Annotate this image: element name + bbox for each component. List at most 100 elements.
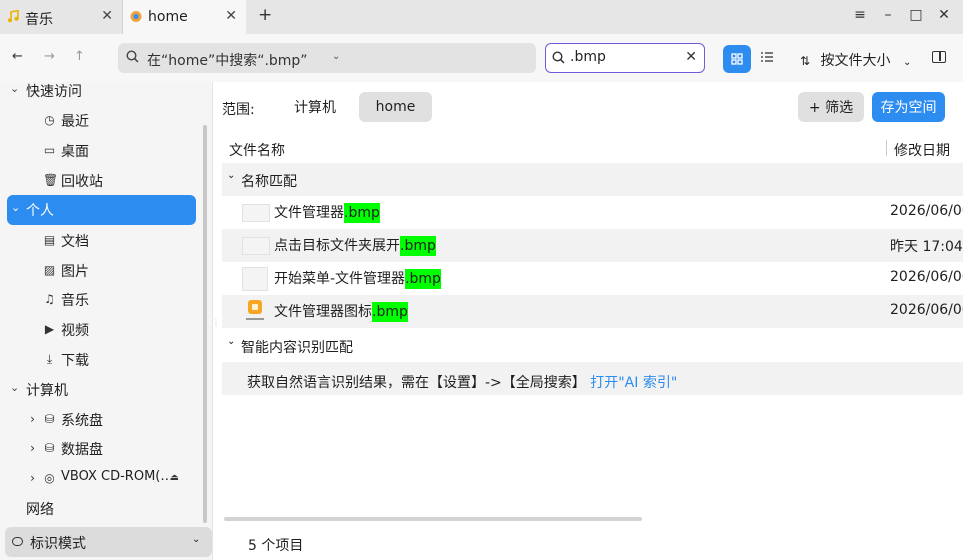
file-name: 文件管理器.bmp: [274, 202, 380, 223]
sidebar-item-label: 最近: [61, 114, 89, 130]
sort-button[interactable]: ⇅ 按文件大小 ⌄: [800, 50, 911, 70]
file-date: 昨天 17:04:3: [890, 239, 963, 255]
enable-ai-index-link[interactable]: 打开"AI 索引": [590, 375, 677, 391]
column-separator[interactable]: [886, 140, 887, 156]
sidebar-item-label: 数据盘: [61, 442, 103, 458]
group-label: 名称匹配: [241, 174, 297, 190]
sidebar-item-pictures[interactable]: ▨ 图片: [0, 256, 212, 286]
mode-label: 标识模式: [30, 536, 86, 552]
column-date-header[interactable]: 修改日期: [894, 140, 950, 160]
search-icon: [552, 51, 565, 64]
grid-icon: [731, 53, 743, 65]
table-row[interactable]: 文件管理器图标.bmp 2026/06/06: [222, 295, 963, 328]
sidebar-item-videos[interactable]: ▶ 视频: [0, 315, 212, 345]
close-window-button[interactable]: ✕: [935, 7, 953, 23]
forward-button[interactable]: →: [44, 49, 55, 64]
file-name-base: 开始菜单-文件管理器: [274, 271, 406, 287]
video-icon: ▶: [44, 322, 55, 336]
sidebar-item-data-disk[interactable]: › ⛁ 数据盘: [0, 434, 212, 464]
sidebar-item-desktop[interactable]: ▭ 桌面: [0, 136, 212, 166]
list-view-button[interactable]: [760, 51, 774, 66]
file-date: 2026/06/06: [890, 203, 963, 219]
icon-view-button[interactable]: [723, 45, 751, 73]
sidebar-item-label: VBOX CD-ROM(…: [61, 469, 174, 484]
file-date: 2026/06/06: [890, 269, 963, 285]
chevron-down-icon: ⌄: [192, 534, 201, 545]
maximize-button[interactable]: □: [907, 7, 925, 23]
search-input[interactable]: [570, 49, 680, 65]
filter-button[interactable]: + 筛选: [798, 92, 864, 122]
close-icon[interactable]: ✕: [101, 8, 113, 24]
back-button[interactable]: ←: [12, 49, 23, 64]
image-thumbnail-icon: [242, 204, 270, 222]
horizontal-scrollbar[interactable]: [224, 517, 642, 521]
sort-icon: ⇅: [800, 54, 811, 68]
scope-label: 范围:: [222, 102, 255, 118]
resize-handle[interactable]: ⋮: [212, 318, 220, 327]
sidebar-group-quick-access[interactable]: ⌄ 快速访问: [0, 76, 212, 106]
table-row[interactable]: 文件管理器.bmp 2026/06/06: [222, 196, 963, 229]
breadcrumb[interactable]: 在“home”中搜索“.bmp” ⌄: [118, 43, 536, 73]
chevron-down-icon: ⌄: [227, 170, 236, 181]
up-button[interactable]: ↑: [74, 49, 85, 64]
sidebar-item-documents[interactable]: ▤ 文档: [0, 226, 212, 256]
menu-button[interactable]: ≡: [851, 7, 869, 23]
column-header: 文件名称 修改日期: [222, 133, 963, 163]
minimize-button[interactable]: –: [879, 7, 897, 23]
trash-icon: 🗑: [43, 173, 59, 187]
music-note-icon: [8, 10, 19, 23]
new-tab-button[interactable]: +: [258, 5, 272, 25]
table-row[interactable]: 开始菜单-文件管理器.bmp 2026/06/06: [222, 262, 963, 295]
search-box[interactable]: ✕: [545, 43, 705, 73]
image-icon: ▨: [43, 263, 56, 277]
sidebar-group-computer[interactable]: ⌄ 计算机: [0, 375, 212, 405]
sidebar-scrollbar[interactable]: [203, 125, 207, 523]
sidebar-item-system-disk[interactable]: › ⛁ 系统盘: [0, 405, 212, 435]
status-text: 5 个项目: [248, 538, 304, 554]
eject-icon[interactable]: ⏏: [168, 472, 181, 485]
chevron-down-icon[interactable]: ⌄: [332, 51, 340, 62]
sidebar-item-cdrom[interactable]: › ◎ VBOX CD-ROM(… ⏏: [0, 464, 212, 494]
monitor-icon: ▭: [43, 143, 56, 157]
sidebar-item-trash[interactable]: 🗑 回收站: [0, 166, 212, 196]
chevron-down-icon: ⌄: [10, 82, 20, 95]
sidebar-item-downloads[interactable]: ⤓ 下载: [0, 345, 212, 375]
sidebar-group-personal[interactable]: ⌄ 个人: [7, 195, 196, 225]
chevron-down-icon: ⌄: [902, 57, 912, 68]
file-name-base: 文件管理器: [274, 205, 344, 221]
detail-panel-button[interactable]: [932, 51, 946, 63]
group-content-match[interactable]: ⌄ 智能内容识别匹配: [222, 329, 963, 362]
tab-music[interactable]: 音乐 ✕: [0, 0, 123, 34]
chevron-right-icon[interactable]: ›: [26, 472, 39, 485]
table-row[interactable]: 点击目标文件夹展开.bmp 昨天 17:04:3: [222, 229, 963, 262]
toggle-icon: [12, 537, 23, 546]
file-name: 开始菜单-文件管理器.bmp: [274, 268, 441, 289]
scope-computer-button[interactable]: 计算机: [280, 92, 350, 122]
save-as-space-button[interactable]: 存为空间: [872, 92, 945, 122]
ai-hint: 获取自然语言识别结果，需在【设置】->【全局搜索】 打开"AI 索引": [247, 372, 677, 392]
sidebar-item-recent[interactable]: ◷ 最近: [0, 106, 212, 136]
tag-mode-button[interactable]: 标识模式 ⌄: [5, 527, 212, 557]
clear-icon[interactable]: ✕: [685, 49, 697, 65]
sidebar-item-label: 视频: [61, 323, 89, 339]
file-name-base: 点击目标文件夹展开: [274, 238, 400, 254]
scope-home-button[interactable]: home: [359, 92, 432, 122]
sidebar-item-network[interactable]: 网络: [0, 494, 212, 524]
app-icon-thumbnail-icon: [246, 300, 264, 320]
column-name-header[interactable]: 文件名称: [229, 140, 285, 160]
chevron-down-icon: ⌄: [10, 381, 20, 394]
sidebar-item-label: 下载: [61, 353, 89, 369]
sidebar-item-music[interactable]: ♫ 音乐: [0, 285, 212, 315]
list-icon: [761, 52, 773, 62]
close-icon[interactable]: ✕: [225, 8, 237, 24]
file-name-match: .bmp: [400, 236, 436, 256]
chevron-right-icon[interactable]: ›: [26, 413, 39, 426]
tab-home[interactable]: home ✕: [123, 0, 246, 34]
sidebar-item-label: 桌面: [61, 144, 89, 160]
sidebar-item-label: 网络: [26, 502, 54, 518]
image-thumbnail-icon: [242, 237, 270, 255]
tab-label: 音乐: [25, 12, 53, 28]
chevron-right-icon[interactable]: ›: [26, 442, 39, 455]
disk-icon: ⛁: [44, 412, 55, 426]
group-name-match[interactable]: ⌄ 名称匹配: [222, 163, 963, 196]
